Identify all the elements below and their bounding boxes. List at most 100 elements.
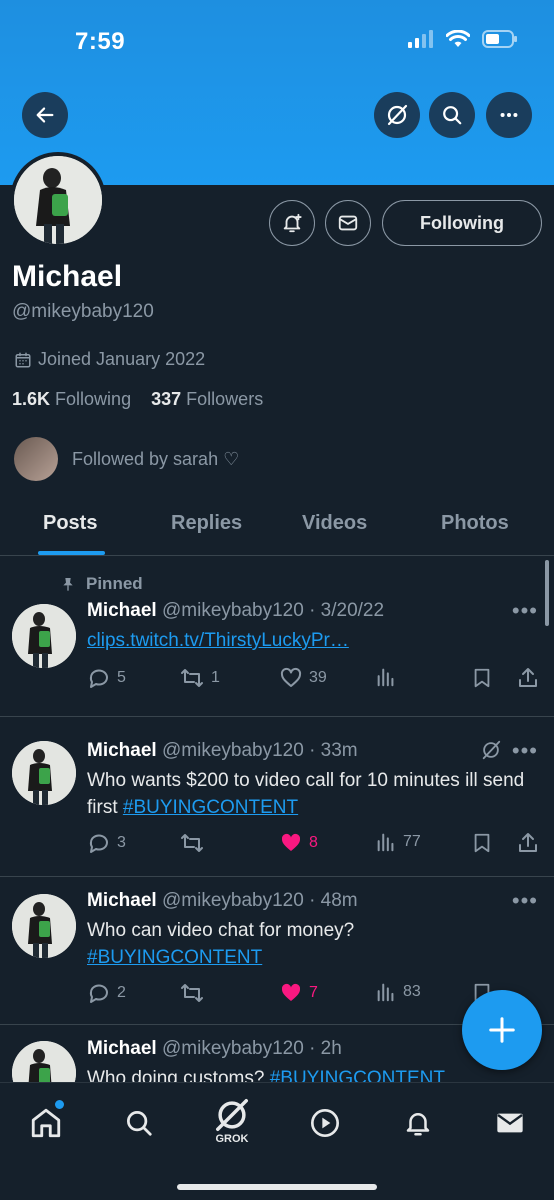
status-time: 7:59 [75, 28, 126, 55]
bookmark-button[interactable] [471, 666, 493, 690]
grok-button[interactable] [374, 92, 420, 138]
following-button[interactable]: Following [382, 200, 542, 246]
avatar-photo [12, 604, 76, 668]
post-meta: @mikeybaby120 · 48m [161, 890, 358, 911]
nav-grok[interactable] [210, 1093, 254, 1137]
post-actions: 5 1 39 [87, 666, 542, 692]
followers-stat[interactable]: 337 Followers [151, 389, 263, 409]
play-icon [311, 1109, 339, 1137]
post-more-button[interactable]: ••• [512, 738, 538, 764]
like-button[interactable]: 8 [279, 831, 318, 855]
compose-button[interactable] [462, 990, 542, 1070]
post-more-button[interactable]: ••• [512, 598, 538, 624]
post-author-name[interactable]: Michael [87, 1038, 157, 1059]
profile-handle: @mikeybaby120 [12, 301, 154, 322]
tab-videos[interactable]: Videos [302, 512, 367, 535]
followed-by-row[interactable]: Followed by sarah ♡ [14, 437, 239, 481]
tab-photos[interactable]: Photos [441, 512, 509, 535]
followers-label: Followers [186, 389, 264, 409]
post-header: Michael @mikeybaby120 · 2h [87, 1038, 342, 1060]
nav-video[interactable] [303, 1101, 347, 1145]
search-icon [443, 106, 462, 125]
avatar-photo [12, 1041, 76, 1085]
like-count: 8 [309, 834, 318, 851]
post-author-name[interactable]: Michael [87, 890, 157, 911]
reply-button[interactable]: 3 [87, 831, 126, 855]
reply-button[interactable]: 2 [87, 981, 126, 1005]
notification-bell-icon [406, 1113, 430, 1136]
nav-search[interactable] [117, 1101, 161, 1145]
nav-notifications[interactable] [396, 1101, 440, 1145]
views-button[interactable] [375, 666, 397, 688]
repost-count: 1 [211, 669, 220, 686]
post-avatar[interactable] [12, 1041, 76, 1085]
bookmark-button[interactable] [471, 831, 493, 855]
back-arrow-icon [36, 107, 54, 123]
following-stat[interactable]: 1.6K Following [12, 389, 131, 409]
views-button[interactable]: 83 [375, 981, 421, 1003]
post-meta: @mikeybaby120 · 33m [161, 740, 358, 761]
joined-date: Joined January 2022 [14, 349, 205, 370]
reply-count: 3 [117, 834, 126, 851]
mail-icon [497, 1113, 523, 1133]
post-meta: @mikeybaby120 · 2h [161, 1038, 342, 1059]
post-text: Who wants $200 to video call for 10 minu… [87, 767, 537, 821]
grok-explain-button[interactable] [480, 739, 502, 766]
avatar-photo [14, 156, 102, 244]
share-icon [519, 668, 537, 687]
repost-button[interactable]: 1 [179, 666, 220, 690]
post-hashtag[interactable]: #BUYINGCONTENT [87, 947, 262, 968]
post-item[interactable]: Michael @mikeybaby120 · 3/20/22 ••• clip… [0, 560, 554, 717]
post-text: clips.twitch.tv/ThirstyLuckyPr… [87, 627, 537, 654]
post-header: Michael @mikeybaby120 · 33m [87, 740, 358, 762]
heart-icon [281, 833, 301, 851]
tab-posts[interactable]: Posts [43, 512, 97, 535]
nav-home[interactable] [24, 1100, 68, 1145]
mail-icon [338, 215, 358, 231]
search-button[interactable] [429, 92, 475, 138]
post-body: Who can video chat for money? [87, 920, 355, 941]
follower-avatar [14, 437, 58, 481]
nav-messages[interactable] [488, 1101, 532, 1145]
views-button[interactable]: 77 [375, 831, 421, 853]
post-more-button[interactable]: ••• [512, 888, 538, 914]
like-button[interactable]: 7 [279, 981, 318, 1005]
repost-icon [181, 669, 203, 687]
system-icons [408, 30, 518, 48]
post-author-name[interactable]: Michael [87, 740, 157, 761]
reply-count: 2 [117, 984, 126, 1001]
like-button[interactable]: 39 [279, 666, 327, 690]
grok-icon [387, 104, 408, 126]
more-icon [500, 112, 518, 118]
post-link[interactable]: clips.twitch.tv/ThirstyLuckyPr… [87, 630, 349, 651]
share-icon [519, 833, 537, 852]
home-notification-dot [55, 1100, 64, 1109]
share-button[interactable] [516, 666, 540, 690]
post-header: Michael @mikeybaby120 · 48m [87, 890, 358, 912]
notifications-subscribe-button[interactable] [269, 200, 315, 246]
bookmark-icon [474, 668, 490, 688]
nav-grok-label: GROK [215, 1133, 249, 1145]
post-avatar[interactable] [12, 894, 76, 958]
post-avatar[interactable] [12, 741, 76, 805]
tab-replies[interactable]: Replies [171, 512, 242, 535]
calendar-icon [15, 352, 31, 367]
more-options-button[interactable] [486, 92, 532, 138]
post-avatar[interactable] [12, 604, 76, 668]
repost-button[interactable] [179, 831, 205, 855]
reply-count: 5 [117, 669, 126, 686]
profile-avatar[interactable] [10, 152, 106, 248]
post-item[interactable]: Michael @mikeybaby120 · 33m ••• Who want… [0, 717, 554, 877]
compose-plus-icon [489, 1017, 515, 1043]
reply-button[interactable]: 5 [87, 666, 126, 690]
repost-button[interactable] [179, 981, 205, 1005]
repost-icon [181, 834, 203, 852]
profile-display-name: Michael [12, 260, 123, 293]
back-button[interactable] [22, 92, 68, 138]
post-author-name[interactable]: Michael [87, 600, 157, 621]
following-count: 1.6K [12, 389, 51, 409]
message-button[interactable] [325, 200, 371, 246]
followers-count: 337 [151, 389, 182, 409]
post-hashtag[interactable]: #BUYINGCONTENT [123, 797, 298, 818]
share-button[interactable] [516, 831, 540, 855]
